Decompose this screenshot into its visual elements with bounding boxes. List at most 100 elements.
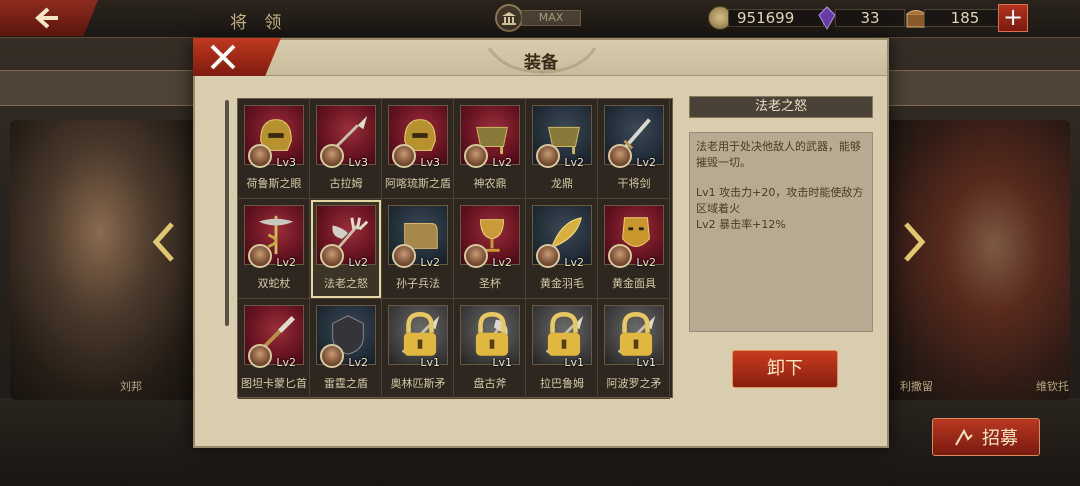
equipment-name: 龙鼎 bbox=[551, 177, 573, 190]
equipment-thumbnail: Lv1 bbox=[532, 305, 592, 369]
equipment-name: 神农鼎 bbox=[473, 177, 507, 190]
equipment-name: 荷鲁斯之眼 bbox=[246, 177, 302, 190]
hero-name-right-partial: 利撒留 bbox=[900, 380, 933, 393]
top-bar: 将 领 MAX 951699 33 185 + bbox=[0, 0, 1080, 38]
tokens-counter: 185 bbox=[904, 6, 1006, 30]
lock-icon bbox=[403, 312, 437, 356]
equipment-slot[interactable]: Lv2 干将剑 bbox=[598, 99, 670, 199]
equipment-thumbnail: Lv1 bbox=[604, 305, 664, 369]
recruit-icon bbox=[955, 428, 973, 446]
gems-value: 33 bbox=[835, 9, 905, 27]
equipment-slot[interactable]: Lv3 古拉姆 bbox=[310, 99, 382, 199]
hero-avatar bbox=[248, 344, 272, 368]
hero-avatar bbox=[320, 144, 344, 168]
equipment-thumbnail: Lv3 bbox=[388, 105, 448, 169]
page-title: 将 领 bbox=[230, 13, 288, 33]
hero-avatar bbox=[608, 144, 632, 168]
hero-name-left: 刘邦 bbox=[120, 380, 142, 393]
equipment-slot[interactable]: Lv2 孙子兵法 bbox=[382, 199, 454, 299]
game-screen: 将 领 MAX 951699 33 185 + 刘邦 利撒留 维钦托 招募 装备… bbox=[0, 0, 1080, 486]
equipment-thumbnail: Lv2 bbox=[604, 205, 664, 269]
equipment-slot[interactable]: Lv2 图坦卡蒙匕首 bbox=[238, 299, 310, 399]
unequip-button[interactable]: 卸下 bbox=[732, 350, 838, 388]
dialog-title: 装备 bbox=[524, 53, 558, 73]
equipment-slot[interactable]: Lv1 阿波罗之矛 bbox=[598, 299, 670, 399]
level-label: Lv1 bbox=[420, 356, 440, 369]
back-arrow-icon bbox=[35, 7, 58, 29]
equipment-name: 黄金羽毛 bbox=[540, 277, 584, 290]
level-label: Lv1 bbox=[492, 356, 512, 369]
equipment-thumbnail: Lv2 bbox=[388, 205, 448, 269]
equipment-grid: Lv3 荷鲁斯之眼 Lv3 古拉姆 Lv3 阿喀琉斯之盾 Lv2 神农鼎 Lv2 龙鼎 Lv2 干将剑… bbox=[238, 99, 670, 399]
grid-scrollbar[interactable] bbox=[225, 100, 229, 326]
detail-title: 法老之怒 bbox=[689, 96, 873, 118]
equipment-name: 古拉姆 bbox=[329, 177, 363, 190]
equipment-name: 图坦卡蒙匕首 bbox=[241, 377, 307, 390]
equipment-slot[interactable]: Lv2 圣杯 bbox=[454, 199, 526, 299]
dialog-header: 装备 bbox=[195, 40, 887, 76]
hero-avatar bbox=[392, 144, 416, 168]
equipment-slot[interactable]: Lv2 龙鼎 bbox=[526, 99, 598, 199]
level-label: Lv2 bbox=[492, 256, 512, 269]
back-button[interactable] bbox=[0, 0, 98, 36]
level-label: Lv3 bbox=[276, 156, 296, 169]
close-icon bbox=[210, 44, 236, 70]
equipment-name: 黄金面具 bbox=[612, 277, 656, 290]
recruit-button[interactable]: 招募 bbox=[932, 418, 1040, 456]
equipment-thumbnail: Lv1 bbox=[460, 305, 520, 369]
add-resource-button[interactable]: + bbox=[998, 4, 1028, 32]
equipment-thumbnail: Lv3 bbox=[316, 105, 376, 169]
equipment-name: 干将剑 bbox=[617, 177, 651, 190]
equipment-slot[interactable]: Lv2 雷霆之盾 bbox=[310, 299, 382, 399]
equipment-slot[interactable]: Lv3 荷鲁斯之眼 bbox=[238, 99, 310, 199]
equipment-slot[interactable]: Lv2 双蛇杖 bbox=[238, 199, 310, 299]
equipment-name: 拉巴鲁姆 bbox=[540, 377, 584, 390]
detail-description: 法老用于处决他敌人的武器，能够摧毁一切。 bbox=[696, 140, 861, 169]
hero-avatar bbox=[392, 244, 416, 268]
equipment-slot[interactable]: Lv2 法老之怒 bbox=[310, 199, 382, 299]
level-label: Lv3 bbox=[348, 156, 368, 169]
level-label: Lv2 bbox=[348, 256, 368, 269]
lock-icon bbox=[475, 312, 509, 356]
equipment-thumbnail: Lv2 bbox=[244, 305, 304, 369]
equipment-name: 雷霆之盾 bbox=[324, 377, 368, 390]
equipment-slot[interactable]: Lv1 奥林匹斯矛 bbox=[382, 299, 454, 399]
level-label: Lv2 bbox=[492, 156, 512, 169]
equipment-thumbnail: Lv2 bbox=[316, 305, 376, 369]
level-label: Lv2 bbox=[348, 356, 368, 369]
equipment-thumbnail: Lv1 bbox=[388, 305, 448, 369]
equipment-grid-panel: Lv3 荷鲁斯之眼 Lv3 古拉姆 Lv3 阿喀琉斯之盾 Lv2 神农鼎 Lv2 龙鼎 Lv2 干将剑… bbox=[237, 98, 673, 399]
hero-avatar bbox=[536, 244, 560, 268]
level-label: Lv2 bbox=[564, 256, 584, 269]
detail-effect: Lv1 攻击力+20，攻击时能使敌方区域着火 bbox=[696, 186, 864, 215]
equipment-slot[interactable]: Lv1 拉巴鲁姆 bbox=[526, 299, 598, 399]
equipment-slot[interactable]: Lv1 盘古斧 bbox=[454, 299, 526, 399]
prev-hero-arrow-icon[interactable] bbox=[152, 222, 176, 262]
detail-panel: 法老用于处决他敌人的武器，能够摧毁一切。 Lv1 攻击力+20，攻击时能使敌方区… bbox=[689, 132, 873, 332]
gems-counter: 33 bbox=[815, 6, 905, 31]
hero-avatar bbox=[320, 344, 344, 368]
equipment-name: 法老之怒 bbox=[324, 277, 368, 290]
hero-avatar bbox=[320, 244, 344, 268]
equipment-name: 双蛇杖 bbox=[257, 277, 291, 290]
level-label: Lv2 bbox=[636, 256, 656, 269]
hero-portrait-left[interactable] bbox=[10, 120, 210, 400]
equipment-slot[interactable]: Lv2 神农鼎 bbox=[454, 99, 526, 199]
next-hero-arrow-icon[interactable] bbox=[902, 222, 926, 262]
equipment-slot[interactable]: Lv3 阿喀琉斯之盾 bbox=[382, 99, 454, 199]
equipment-thumbnail: Lv2 bbox=[532, 205, 592, 269]
coins-value: 951699 bbox=[728, 9, 824, 27]
hero-avatar bbox=[248, 144, 272, 168]
tokens-value: 185 bbox=[924, 9, 1006, 27]
equipment-name: 阿波罗之矛 bbox=[606, 377, 662, 390]
equipment-slot[interactable]: Lv2 黄金羽毛 bbox=[526, 199, 598, 299]
level-label: Lv1 bbox=[564, 356, 584, 369]
equipment-name: 盘古斧 bbox=[473, 377, 507, 390]
equipment-thumbnail: Lv3 bbox=[244, 105, 304, 169]
level-label: Lv2 bbox=[276, 356, 296, 369]
building-level[interactable]: MAX bbox=[495, 4, 581, 32]
hero-avatar bbox=[608, 244, 632, 268]
equipment-slot[interactable]: Lv2 黄金面具 bbox=[598, 199, 670, 299]
equipment-name: 圣杯 bbox=[479, 277, 501, 290]
temple-icon bbox=[495, 4, 523, 32]
